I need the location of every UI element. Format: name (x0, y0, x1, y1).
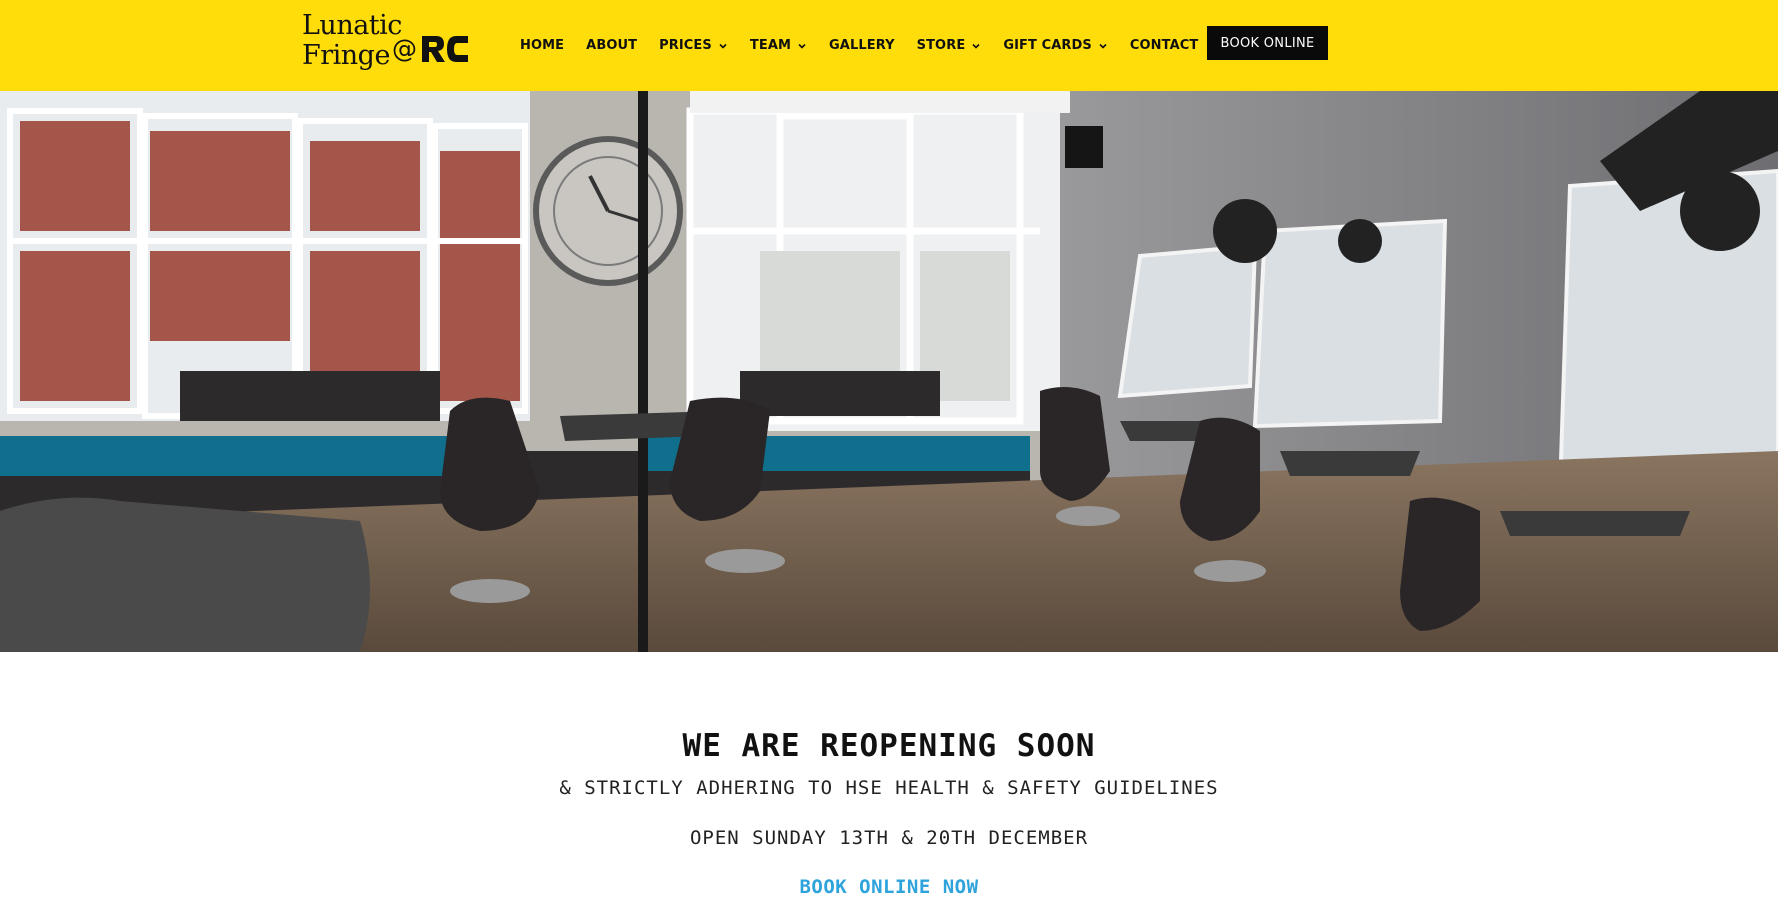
nav-item-about[interactable]: ABOUT (586, 31, 637, 61)
announcement-section: WE ARE REOPENING SOON & STRICTLY ADHERIN… (0, 652, 1778, 907)
nav-item-label: STORE (916, 38, 966, 53)
hero-image (0, 91, 1778, 652)
logo-at-sign: @ (392, 34, 417, 63)
nav-item-team[interactable]: TEAM (750, 31, 807, 61)
nav-item-gift-cards[interactable]: GIFT CARDS (1003, 31, 1108, 61)
reopening-headline: WE ARE REOPENING SOON (682, 728, 1096, 764)
nav-item-label: GIFT CARDS (1003, 38, 1092, 53)
site-header: Lunatic Fringe @ HOME ABOUT PRICES TEAM … (0, 0, 1778, 91)
opening-dates-text: OPEN SUNDAY 13TH & 20TH DECEMBER (689, 827, 1089, 849)
nav-item-label: HOME (520, 38, 565, 53)
nav-item-contact[interactable]: CONTACT (1130, 31, 1199, 61)
book-online-button[interactable]: BOOK ONLINE (1207, 26, 1328, 60)
nav-item-label: TEAM (749, 38, 792, 53)
rc-logo-mark (422, 36, 468, 62)
nav-item-label: PRICES (659, 38, 712, 53)
nav-item-prices[interactable]: PRICES (659, 31, 728, 61)
nav-item-label: CONTACT (1129, 38, 1199, 53)
nav-item-gallery[interactable]: GALLERY (829, 31, 895, 61)
nav-item-home[interactable]: HOME (520, 31, 564, 61)
chevron-down-icon (1099, 43, 1107, 49)
logo-text-line2: Fringe (302, 40, 390, 71)
nav-item-store[interactable]: STORE (917, 31, 982, 61)
nav-item-label: ABOUT (586, 38, 638, 53)
chevron-down-icon (798, 43, 806, 49)
book-online-now-link[interactable]: BOOK ONLINE NOW (799, 876, 978, 898)
nav-item-label: GALLERY (829, 38, 895, 53)
site-logo[interactable]: Lunatic Fringe @ (300, 10, 472, 76)
salon-interior-image (0, 91, 1778, 652)
chevron-down-icon (972, 43, 980, 49)
main-nav: HOME ABOUT PRICES TEAM GALLERY STORE GIF… (520, 0, 1220, 91)
chevron-down-icon (719, 43, 727, 49)
logo-text-line1: Lunatic (302, 10, 402, 41)
safety-guidelines-text: & STRICTLY ADHERING TO HSE HEALTH & SAFE… (559, 777, 1219, 799)
